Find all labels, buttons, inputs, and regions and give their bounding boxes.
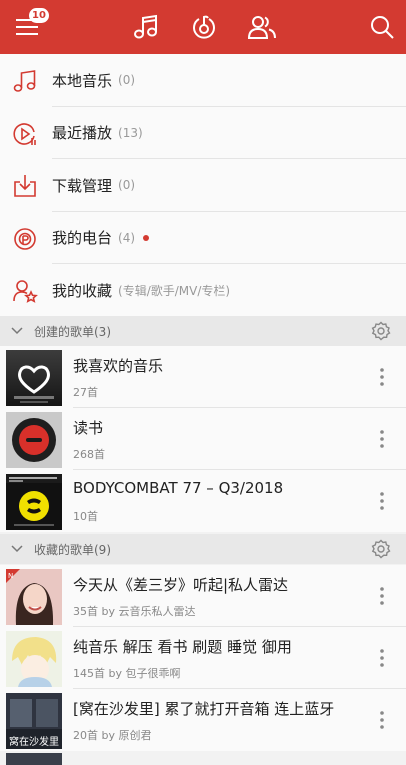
search-icon	[371, 16, 394, 39]
playlist-item-private-radar[interactable]: N 今天从《差三岁》听起|私人雷达 35首 by 云音乐私人雷达	[0, 565, 406, 627]
more-options-icon[interactable]	[374, 647, 390, 669]
playlist-subtitle: 145首 by 包子很乖啊	[73, 667, 181, 680]
menu-item-recent-play[interactable]: 最近播放 (13)	[0, 107, 406, 159]
playlist-item-reading[interactable]: 读书 268首	[0, 408, 406, 470]
more-options-icon[interactable]	[374, 490, 390, 512]
playlist-item-bodycombat[interactable]: BODYCOMBAT 77 – Q3/2018 10首	[0, 470, 406, 532]
netease-disc-icon	[193, 15, 215, 39]
playlist-item-sofa[interactable]: 窝在沙发里 [窝在沙发里] 累了就打开音箱 连上蓝牙 20首 by 原创君	[0, 689, 406, 751]
more-options-icon[interactable]	[374, 428, 390, 450]
menu-item-downloads[interactable]: 下载管理 (0)	[0, 159, 406, 212]
more-options-icon[interactable]	[374, 585, 390, 607]
menu-item-my-collection[interactable]: 我的收藏 (专辑/歌手/MV/专栏)	[0, 264, 406, 317]
music-note-icon	[134, 14, 157, 39]
playlist-cover: N	[6, 569, 62, 625]
more-options-icon[interactable]	[374, 709, 390, 731]
download-icon	[14, 175, 36, 197]
playlist-title: [窝在沙发里] 累了就打开音箱 连上蓝牙	[73, 700, 335, 718]
playlist-title: BODYCOMBAT 77 – Q3/2018	[73, 479, 284, 497]
my-music-menu: 本地音乐 (0) 最近播放 (13) 下载管理 (0) 我的电台 (4) 我的收…	[0, 54, 406, 317]
friends-icon	[247, 16, 276, 39]
playlist-subtitle: 20首 by 原创君	[73, 729, 152, 742]
cover-text: 窝在沙发里	[9, 735, 59, 748]
tab-my-music[interactable]	[126, 0, 166, 54]
new-indicator-dot	[143, 234, 150, 241]
created-playlists-header[interactable]: 创建的歌单(3)	[0, 316, 406, 346]
chevron-down-icon	[11, 327, 23, 335]
menu-label: 我的电台	[52, 229, 113, 247]
playlist-cover	[6, 631, 62, 687]
playlist-cover: 窝在沙发里	[6, 693, 62, 749]
gear-icon[interactable]	[371, 539, 391, 559]
playlist-cover	[6, 350, 62, 406]
menu-label: 本地音乐	[52, 71, 113, 90]
gear-icon[interactable]	[371, 321, 391, 341]
search-button[interactable]	[362, 0, 402, 54]
menu-item-local-music[interactable]: 本地音乐 (0)	[0, 54, 406, 107]
menu-count: (0)	[118, 73, 136, 87]
svg-text:N: N	[8, 572, 13, 580]
top-bar: 10	[0, 0, 406, 54]
playlist-cover	[6, 412, 62, 468]
menu-count: (4)	[118, 230, 136, 245]
recent-play-icon	[13, 122, 36, 145]
radio-icon	[14, 227, 36, 250]
menu-label: 我的收藏	[52, 281, 113, 300]
music-note-icon	[13, 70, 36, 92]
playlist-cover-partial	[6, 753, 62, 765]
playlist-item-pure-music[interactable]: 纯音乐 解压 看书 刷题 睡觉 御用 145首 by 包子很乖啊	[0, 627, 406, 689]
playlist-subtitle: 27首	[73, 386, 98, 399]
tab-friends[interactable]	[242, 0, 282, 54]
playlist-title: 我喜欢的音乐	[73, 357, 164, 375]
playlist-title: 纯音乐 解压 看书 刷题 睡觉 御用	[73, 638, 292, 656]
section-title: 创建的歌单(3)	[34, 324, 111, 339]
playlist-subtitle: 10首	[73, 510, 98, 523]
collected-playlists-header[interactable]: 收藏的歌单(9)	[0, 534, 406, 564]
playlist-subtitle: 35首 by 云音乐私人雷达	[73, 605, 196, 618]
playlist-subtitle: 268首	[73, 448, 105, 461]
notification-badge: 10	[29, 8, 49, 23]
chevron-down-icon	[11, 545, 23, 553]
playlist-title: 读书	[73, 419, 104, 437]
playlist-title: 今天从《差三岁》听起|私人雷达	[73, 576, 289, 594]
menu-count: (0)	[118, 178, 136, 192]
playlist-item-liked[interactable]: 我喜欢的音乐 27首	[0, 346, 406, 408]
menu-label: 最近播放	[52, 124, 113, 142]
menu-item-my-radio[interactable]: 我的电台 (4)	[0, 212, 406, 264]
collection-icon	[13, 280, 38, 303]
tab-discover[interactable]	[184, 0, 224, 54]
playlist-cover	[6, 474, 62, 530]
more-options-icon[interactable]	[374, 366, 390, 388]
menu-count: (专辑/歌手/MV/专栏)	[118, 283, 231, 298]
menu-count: (13)	[118, 125, 143, 140]
section-title: 收藏的歌单(9)	[34, 542, 111, 557]
menu-label: 下载管理	[52, 176, 113, 195]
